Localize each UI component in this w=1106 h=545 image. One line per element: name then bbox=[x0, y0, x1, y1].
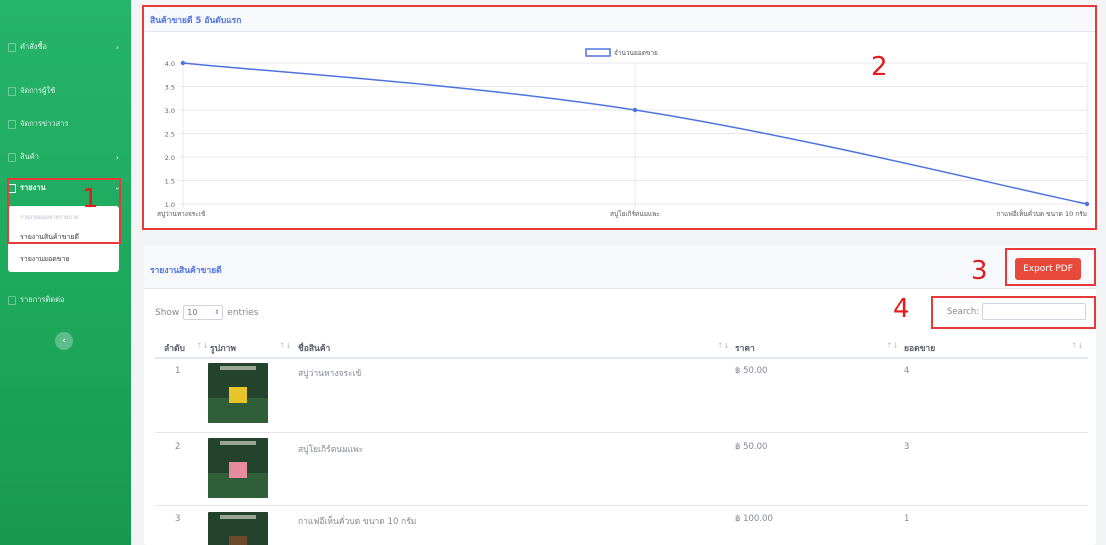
product-box bbox=[229, 462, 247, 478]
product-image[interactable] bbox=[208, 363, 268, 423]
users-icon bbox=[8, 86, 16, 96]
submenu-header: รายงานยอดขายรายภาค bbox=[20, 215, 79, 221]
sidebar-item-label: จัดการข่าวสาร bbox=[20, 119, 69, 128]
row-rank: 2 bbox=[175, 442, 181, 452]
product-image[interactable] bbox=[208, 438, 268, 498]
y-tick-label: 2.0 bbox=[165, 154, 175, 162]
chevron-down-icon: › bbox=[112, 186, 122, 190]
sidebar-item-news[interactable]: จัดการข่าวสาร bbox=[0, 114, 131, 134]
annotation-number-3: 3 bbox=[971, 256, 988, 286]
sidebar-toggle-button[interactable]: ‹ bbox=[55, 332, 73, 350]
table-header-divider bbox=[155, 357, 1088, 359]
sort-icon[interactable]: ↑↓ bbox=[886, 341, 899, 350]
data-point bbox=[1084, 201, 1090, 207]
report-icon bbox=[8, 183, 16, 193]
column-header-sales[interactable]: ยอดขาย bbox=[904, 341, 935, 355]
top-products-chart-card: สินค้าขายดี 5 อันดับแรก 4.0 3.5 3.0 2.5 2.0 1… bbox=[144, 7, 1096, 229]
submenu-item-sales-report[interactable]: รายงานยอดขาย bbox=[20, 254, 70, 265]
show-label: Show bbox=[155, 307, 180, 318]
annotation-number-1: 1 bbox=[82, 184, 99, 214]
sidebar-item-orders[interactable]: คำสั่งซื้อ › bbox=[0, 37, 131, 57]
legend-label: จำนวนยอดขาย bbox=[614, 49, 658, 57]
column-header-rank[interactable]: ลำดับ bbox=[164, 341, 185, 355]
row-sales: 4 bbox=[904, 366, 910, 376]
data-point bbox=[180, 60, 186, 66]
x-tick-label: สบู่ว่านหางจระเข้ bbox=[157, 210, 205, 218]
product-box bbox=[229, 536, 247, 545]
sidebar-item-products[interactable]: สินค้า › bbox=[0, 147, 131, 167]
sidebar-item-reports[interactable]: รายงาน › bbox=[0, 178, 131, 198]
y-tick-label: 1.0 bbox=[165, 201, 175, 209]
submenu-item-bestseller-report[interactable]: รายงานสินค้าขายดี bbox=[20, 232, 79, 243]
reports-submenu: รายงานยอดขายรายภาค รายงานสินค้าขายดี ราย… bbox=[8, 206, 119, 272]
column-header-image[interactable]: รูปภาพ bbox=[210, 341, 236, 355]
column-header-price[interactable]: ราคา bbox=[735, 341, 755, 355]
row-rank: 1 bbox=[175, 366, 181, 376]
row-divider bbox=[155, 505, 1088, 506]
sort-icon[interactable]: ↑↓ bbox=[196, 341, 209, 350]
export-pdf-button[interactable]: Export PDF bbox=[1015, 258, 1081, 280]
entries-label: entries bbox=[227, 307, 259, 318]
product-image[interactable] bbox=[208, 512, 268, 545]
sidebar-item-label: รายงาน bbox=[20, 183, 46, 192]
sort-icon[interactable]: ↑↓ bbox=[717, 341, 730, 350]
row-divider bbox=[155, 432, 1088, 433]
chevron-right-icon: › bbox=[115, 152, 119, 162]
sidebar-item-label: คำสั่งซื้อ bbox=[20, 42, 48, 51]
x-tick-label: กาแฟอีเห็นคั่วบด ขนาด 10 กรัม bbox=[996, 209, 1087, 218]
annotation-number-4: 4 bbox=[893, 294, 910, 324]
select-arrows-icon: ⇕ bbox=[214, 309, 220, 316]
product-box bbox=[229, 387, 247, 403]
row-sales: 1 bbox=[904, 514, 910, 524]
entries-length-control: Show 10 ⇕ entries bbox=[155, 305, 259, 320]
report-card-header: รายงานสินค้าขายดี Export PDF bbox=[144, 246, 1096, 289]
row-rank: 3 bbox=[175, 514, 181, 524]
sidebar-item-users[interactable]: จัดการผู้ใช้ bbox=[0, 81, 131, 101]
sales-line-chart: 4.0 3.5 3.0 2.5 2.0 1.5 1.0สบู่ว่านหางจระเข้ สบ… bbox=[157, 48, 1090, 218]
sidebar-item-label: รายการติดต่อ bbox=[20, 295, 65, 304]
legend-swatch bbox=[585, 48, 611, 57]
entries-select-value: 10 bbox=[187, 308, 198, 317]
bestseller-report-card: รายงานสินค้าขายดี Export PDF Show 10 ⇕ e… bbox=[144, 246, 1096, 545]
chart-card-header: สินค้าขายดี 5 อันดับแรก bbox=[144, 7, 1096, 32]
sidebar-item-label: จัดการผู้ใช้ bbox=[20, 86, 56, 95]
y-tick-label: 2.5 bbox=[165, 131, 175, 139]
y-tick-label: 1.5 bbox=[165, 178, 175, 186]
y-tick-label: 4.0 bbox=[165, 60, 175, 68]
search-label: Search: bbox=[947, 306, 980, 317]
annotation-number-2: 2 bbox=[871, 52, 888, 82]
y-tick-label: 3.5 bbox=[165, 84, 175, 92]
row-price: ฿ 50.00 bbox=[735, 366, 768, 376]
news-icon bbox=[8, 119, 16, 129]
row-sales: 3 bbox=[904, 442, 910, 452]
sidebar-item-contacts[interactable]: รายการติดต่อ bbox=[0, 290, 131, 310]
row-product-name: สบู่ว่านหางจระเข้ bbox=[298, 369, 362, 379]
row-price: ฿ 50.00 bbox=[735, 442, 768, 452]
sort-icon[interactable]: ↑↓ bbox=[1071, 341, 1084, 350]
sort-icon[interactable]: ↑↓ bbox=[279, 341, 292, 350]
chart-title: สินค้าขายดี 5 อันดับแรก bbox=[150, 16, 242, 26]
row-product-name: กาแฟอีเห็นคั่วบด ขนาด 10 กรัม bbox=[298, 517, 417, 527]
chevron-right-icon: › bbox=[115, 42, 119, 52]
data-point bbox=[632, 107, 638, 113]
contact-icon bbox=[8, 295, 16, 305]
row-product-name: สบู่โยเกิร์ตนมแพะ bbox=[298, 445, 364, 455]
x-tick-label: สบู่โยเกิร์ตนมแพะ bbox=[610, 210, 660, 218]
cart-icon bbox=[8, 42, 16, 52]
y-tick-label: 3.0 bbox=[165, 107, 175, 115]
column-header-name[interactable]: ชื่อสินค้า bbox=[298, 341, 330, 355]
sidebar: คำสั่งซื้อ › จัดการผู้ใช้ จัดการข่าวสาร … bbox=[0, 0, 131, 545]
table-search: Search: bbox=[947, 303, 1087, 320]
box-icon bbox=[8, 152, 16, 162]
sidebar-item-label: สินค้า bbox=[20, 152, 39, 161]
entries-select[interactable]: 10 ⇕ bbox=[183, 305, 224, 320]
search-input[interactable] bbox=[982, 303, 1087, 320]
row-price: ฿ 100.00 bbox=[735, 514, 773, 524]
report-title: รายงานสินค้าขายดี bbox=[150, 266, 222, 276]
chevron-left-icon: ‹ bbox=[62, 336, 66, 346]
